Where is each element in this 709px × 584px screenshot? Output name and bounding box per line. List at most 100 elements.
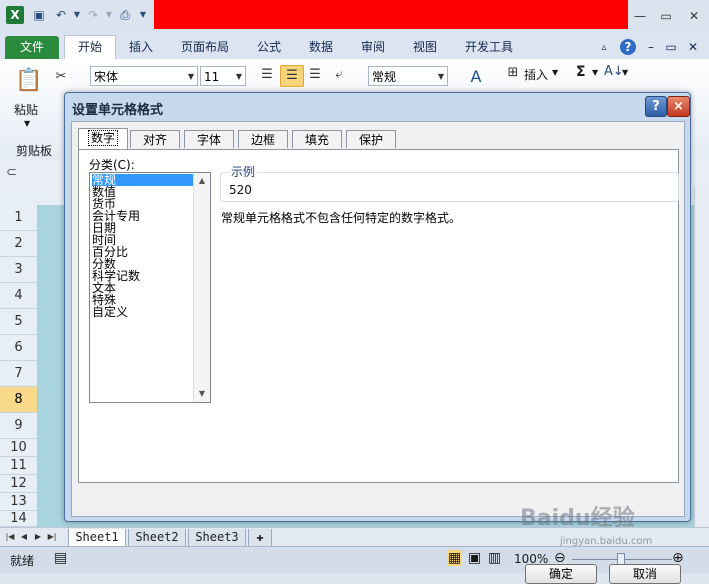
chevron-down-icon[interactable]: ▼: [592, 68, 598, 77]
workbook-restore-icon[interactable]: ▭: [662, 36, 680, 59]
first-sheet-icon[interactable]: |◀: [4, 530, 16, 544]
chevron-down-icon: ▼: [187, 72, 194, 81]
row-header[interactable]: 2: [0, 231, 37, 257]
font-name-value: 宋体: [94, 70, 119, 84]
tab-number[interactable]: 数字: [78, 128, 128, 150]
baidu-watermark: Baidu经验: [520, 506, 635, 531]
row-header[interactable]: 4: [0, 283, 37, 309]
tab-view[interactable]: 视图: [404, 36, 446, 59]
paste-icon[interactable]: 📋: [14, 65, 44, 97]
tab-insert[interactable]: 插入: [120, 36, 162, 59]
tab-border[interactable]: 边框: [238, 130, 288, 148]
save-icon[interactable]: ▣: [30, 6, 48, 24]
align-bottom-icon[interactable]: ☰: [304, 65, 326, 85]
autosum-icon[interactable]: Σ: [576, 64, 586, 80]
row-header[interactable]: 7: [0, 361, 37, 387]
dialog-help-icon[interactable]: ?: [645, 96, 667, 117]
sample-value: 520: [229, 183, 252, 197]
category-item[interactable]: 自定义: [92, 306, 193, 318]
align-middle-icon[interactable]: ☰: [280, 65, 304, 87]
ribbon-tabs: 文件 开始 插入 页面布局 公式 数据 审阅 视图 开发工具 ▵ ? – ▭ ✕: [0, 32, 709, 60]
workbook-minimize-icon[interactable]: –: [642, 36, 660, 59]
row-header[interactable]: 6: [0, 335, 37, 361]
tab-protection[interactable]: 保护: [346, 130, 396, 148]
format-cells-dialog: 设置单元格格式 ? × 数字 对齐 字体 边框 填充 保护 分类(C): 常规 …: [64, 92, 691, 584]
tab-review[interactable]: 审阅: [352, 36, 394, 59]
row-header[interactable]: 12: [0, 475, 37, 493]
next-sheet-icon[interactable]: ▶: [32, 530, 44, 544]
category-list[interactable]: 常规 数值 货币 会计专用 日期 时间 百分比 分数 科学记数 文本 特殊 自定…: [89, 172, 211, 403]
row-header-selected[interactable]: 8: [0, 387, 37, 413]
sheet-tab-2[interactable]: Sheet2: [128, 529, 186, 547]
number-format-value: 常规: [372, 70, 397, 84]
row-header[interactable]: 14: [0, 511, 37, 527]
row-header[interactable]: 13: [0, 493, 37, 511]
tab-file[interactable]: 文件: [5, 36, 59, 59]
category-scrollbar[interactable]: ▲ ▼: [193, 173, 210, 402]
row-header[interactable]: 1: [0, 205, 37, 231]
clipboard-group-label: 剪贴板: [16, 144, 53, 158]
scroll-down-icon[interactable]: ▼: [194, 386, 210, 402]
vertical-scrollbar[interactable]: [694, 187, 709, 527]
sheet-tab-3[interactable]: Sheet3: [188, 529, 246, 547]
new-sheet-icon[interactable]: ✚: [248, 529, 272, 547]
row-headers: 1 2 3 4 5 6 7 8 9 10 11 12 13 14: [0, 205, 38, 527]
name-box-icon[interactable]: ⊂: [6, 165, 17, 180]
redacted-title: [154, 0, 628, 29]
status-ready: 就绪: [10, 554, 35, 568]
row-header[interactable]: 11: [0, 457, 37, 475]
tab-font[interactable]: 字体: [184, 130, 234, 148]
macro-record-icon[interactable]: ▤: [54, 550, 67, 566]
minimize-ribbon-icon[interactable]: ▵: [596, 36, 612, 59]
last-sheet-icon[interactable]: ▶|: [46, 530, 58, 544]
sample-box: 示例 520: [220, 163, 679, 202]
cancel-button[interactable]: 取消: [609, 564, 681, 584]
help-icon[interactable]: ?: [618, 36, 638, 59]
tab-home[interactable]: 开始: [64, 35, 116, 60]
format-description: 常规单元格格式不包含任何特定的数字格式。: [221, 211, 462, 225]
row-header[interactable]: 5: [0, 309, 37, 335]
prev-sheet-icon[interactable]: ◀: [18, 530, 30, 544]
tab-page-layout[interactable]: 页面布局: [170, 36, 240, 59]
font-size-value: 11: [204, 70, 220, 84]
cut-icon[interactable]: ✂: [50, 67, 72, 87]
page-break-view-icon[interactable]: ▥: [488, 550, 501, 566]
insert-cells-icon[interactable]: ⊞: [502, 63, 524, 83]
dialog-body: 数字 对齐 字体 边框 填充 保护 分类(C): 常规 数值 货币 会计专用 日…: [71, 121, 685, 517]
tab-formulas[interactable]: 公式: [248, 36, 290, 59]
close-window-icon[interactable]: ✕: [684, 8, 704, 24]
customize-toolbar-icon[interactable]: ▼: [134, 6, 152, 24]
normal-view-icon[interactable]: ▦: [448, 550, 462, 566]
tab-alignment[interactable]: 对齐: [130, 130, 180, 148]
minimize-window-icon[interactable]: —: [630, 8, 650, 24]
row-header[interactable]: 9: [0, 413, 37, 439]
paste-dropdown-icon[interactable]: ▼: [24, 119, 30, 128]
paste-label[interactable]: 粘贴: [14, 101, 38, 118]
status-bar: 就绪 ▤ ▦ ▣ ▥ 100% ⊖ ⊕: [0, 546, 709, 573]
excel-logo-icon: X: [6, 6, 24, 24]
styles-icon[interactable]: A: [462, 63, 490, 91]
wrap-text-icon[interactable]: ⤶: [328, 65, 350, 85]
number-format-select[interactable]: 常规 ▼: [368, 66, 448, 86]
chevron-down-icon[interactable]: ▼: [552, 68, 558, 77]
tab-fill[interactable]: 填充: [292, 130, 342, 148]
restore-window-icon[interactable]: ▭: [656, 8, 676, 24]
workbook-close-icon[interactable]: ✕: [684, 36, 702, 59]
print-preview-icon[interactable]: ⎙: [116, 6, 134, 24]
font-size-select[interactable]: 11 ▼: [200, 66, 246, 86]
scroll-up-icon[interactable]: ▲: [194, 173, 210, 189]
row-header[interactable]: 10: [0, 439, 37, 457]
tab-data[interactable]: 数据: [300, 36, 342, 59]
align-top-icon[interactable]: ☰: [256, 65, 278, 85]
tab-developer[interactable]: 开发工具: [456, 36, 522, 59]
row-header[interactable]: 3: [0, 257, 37, 283]
font-name-select[interactable]: 宋体 ▼: [90, 66, 198, 86]
watermark-url: jingyan.baidu.com: [560, 536, 653, 547]
dialog-close-icon[interactable]: ×: [667, 96, 690, 117]
ok-button[interactable]: 确定: [525, 564, 597, 584]
insert-cells-label[interactable]: 插入: [524, 66, 548, 83]
page-layout-view-icon[interactable]: ▣: [468, 550, 481, 566]
chevron-down-icon[interactable]: ▼: [622, 68, 628, 77]
sheet-tab-1[interactable]: Sheet1: [68, 529, 126, 547]
sort-filter-icon[interactable]: A↓: [604, 64, 624, 79]
